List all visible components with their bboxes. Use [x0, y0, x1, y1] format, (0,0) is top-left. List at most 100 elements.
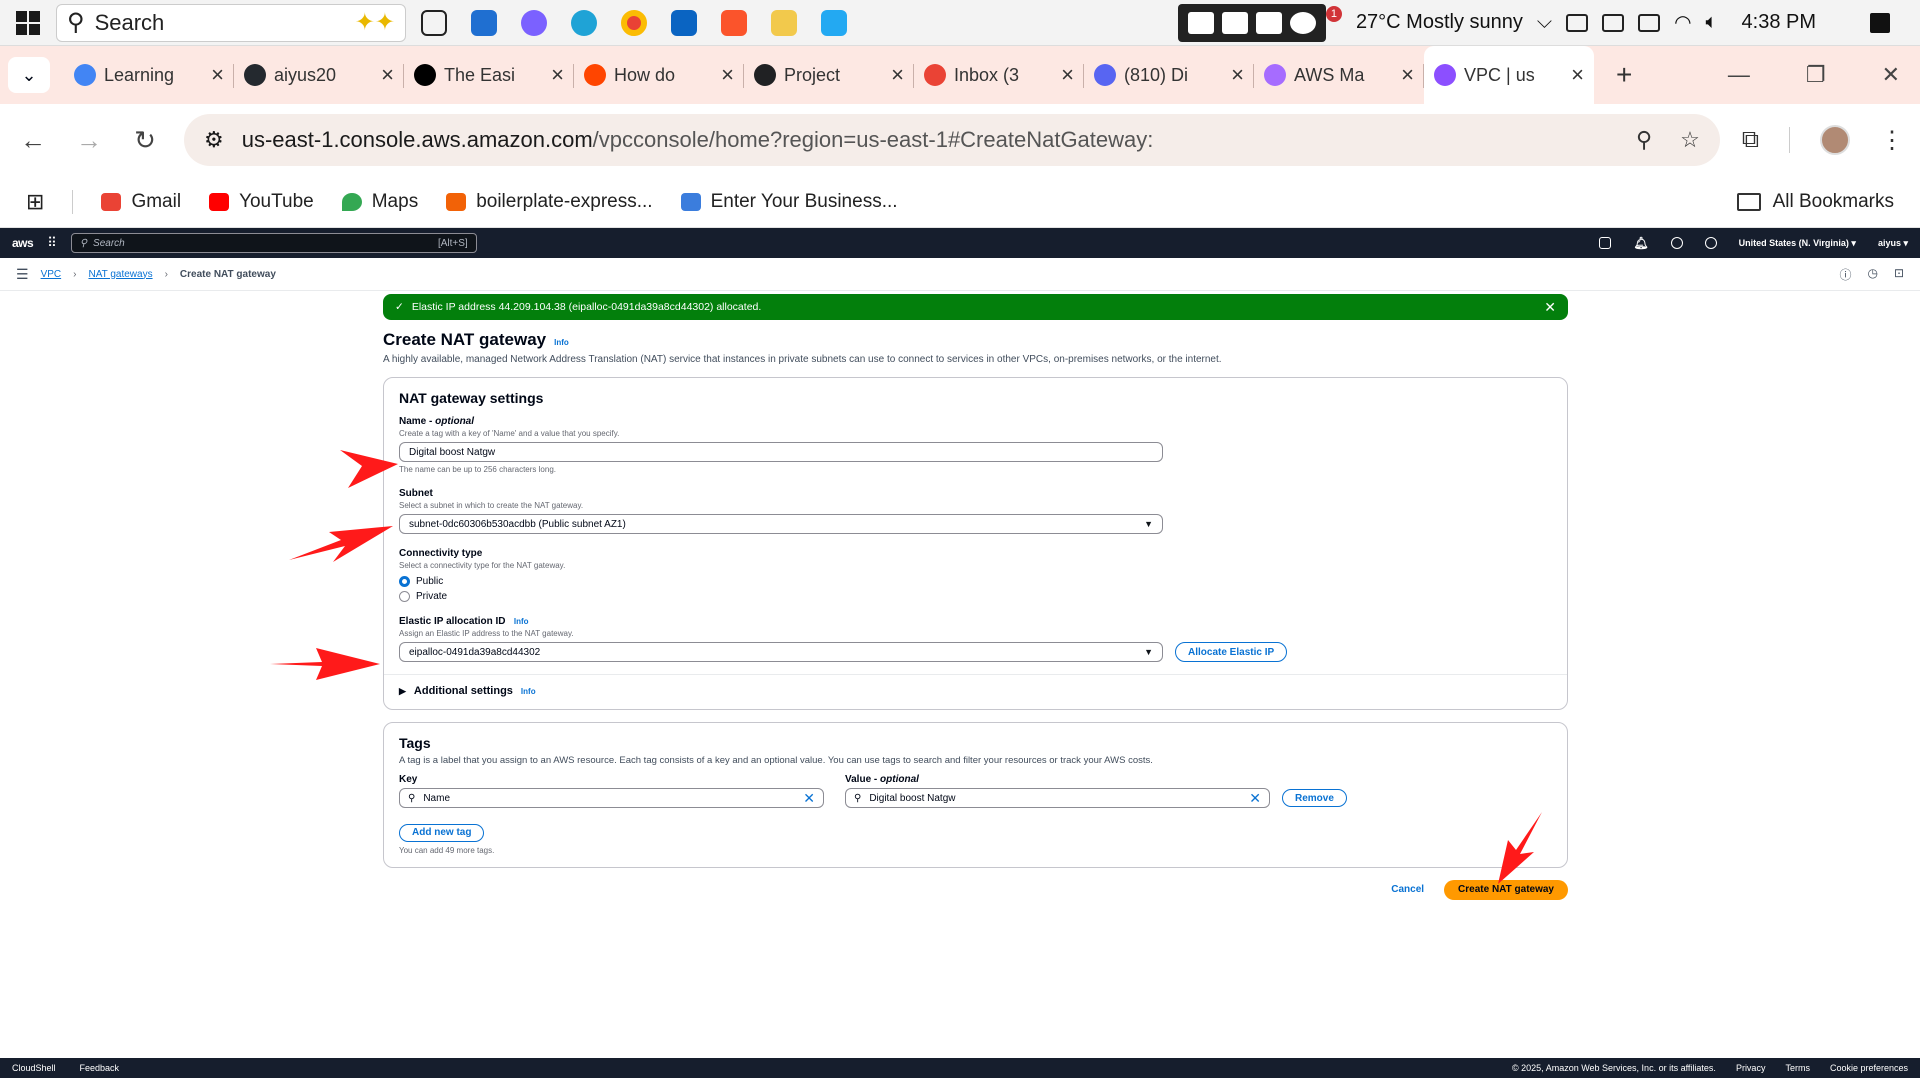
browser-tab[interactable]: AWS Ma × — [1254, 46, 1424, 104]
info-link[interactable]: Info — [554, 338, 569, 347]
clock-icon[interactable]: ◷ — [1867, 266, 1877, 283]
hamburger-menu-icon[interactable]: ☰ — [16, 266, 29, 283]
dismiss-close-icon[interactable]: ✕ — [1544, 299, 1556, 316]
task-view-icon[interactable] — [412, 3, 456, 43]
settings-gear-icon[interactable] — [1289, 11, 1316, 34]
tab-search-chevron-icon[interactable]: ⌄ — [8, 57, 50, 93]
info-circle-icon[interactable]: ⓘ — [1839, 266, 1851, 283]
wifi-icon[interactable]: ◠ — [1674, 10, 1691, 35]
services-grid-icon[interactable]: ⠿ — [47, 235, 57, 251]
cookie-preferences-link[interactable]: Cookie preferences — [1830, 1063, 1908, 1073]
extensions-puzzle-icon[interactable]: ⧉ — [1742, 126, 1759, 154]
clock[interactable]: 4:38 PM — [1742, 11, 1816, 34]
back-arrow-icon[interactable]: ← — [16, 125, 50, 156]
info-link[interactable]: Info — [514, 617, 529, 626]
microsoft-store-icon[interactable] — [462, 3, 506, 43]
browser-tab[interactable]: (810) Di × — [1084, 46, 1254, 104]
radio-private[interactable]: Private — [399, 591, 1552, 602]
subnet-select[interactable]: subnet-0dc60306b530acdbb (Public subnet … — [399, 514, 1163, 534]
privacy-link[interactable]: Privacy — [1736, 1063, 1766, 1073]
cancel-button[interactable]: Cancel — [1391, 884, 1424, 895]
forward-arrow-icon[interactable]: → — [72, 125, 106, 156]
minimize-icon[interactable]: — — [1728, 62, 1750, 88]
remove-tag-button[interactable]: Remove — [1282, 789, 1347, 807]
vscode-icon[interactable] — [812, 3, 856, 43]
aws-logo[interactable]: aws — [12, 236, 34, 250]
browser-tab[interactable]: Project × — [744, 46, 914, 104]
restore-icon[interactable]: ❐ — [1806, 62, 1826, 88]
browser-tab[interactable]: Learning × — [64, 46, 234, 104]
chrome-icon[interactable] — [612, 3, 656, 43]
tag-value-input[interactable]: ⚲ Digital boost Natgw ✕ — [845, 788, 1270, 808]
layout-icon[interactable]: ⊡ — [1894, 266, 1904, 283]
feedback-link[interactable]: Feedback — [80, 1063, 120, 1073]
chrome-menu-icon[interactable]: ⋮ — [1880, 126, 1904, 155]
close-tab-icon[interactable]: × — [1231, 62, 1244, 88]
bookmark-boilerplate[interactable]: boilerplate-express... — [446, 191, 653, 213]
bookmark-youtube[interactable]: YouTube — [209, 191, 314, 213]
browser-tab[interactable]: Inbox (3 × — [914, 46, 1084, 104]
profile-avatar[interactable] — [1820, 125, 1850, 155]
breadcrumb-vpc-link[interactable]: VPC — [41, 269, 62, 280]
brave-icon[interactable] — [712, 3, 756, 43]
close-tab-icon[interactable]: × — [1571, 62, 1584, 88]
browser-tab[interactable]: How do × — [574, 46, 744, 104]
settings-gear-icon[interactable] — [1704, 237, 1717, 249]
video-icon[interactable] — [1221, 11, 1248, 34]
notification-center-icon[interactable] — [1870, 12, 1890, 33]
outlook-icon[interactable] — [662, 3, 706, 43]
taskbar-search[interactable]: ⚲ Search ✦✦ — [56, 3, 406, 42]
bell-icon[interactable]: 🔔︎ — [1633, 236, 1648, 250]
terms-link[interactable]: Terms — [1785, 1063, 1810, 1073]
radio-public[interactable]: Public — [399, 576, 1552, 587]
close-tab-icon[interactable]: × — [551, 62, 564, 88]
volume-icon[interactable]: 🔈︎ — [1706, 11, 1718, 34]
account-menu[interactable]: aiyus ▾ — [1878, 238, 1908, 249]
address-bar[interactable]: ⚙︎ us-east-1.console.aws.amazon.com/vpcc… — [184, 114, 1720, 166]
reload-icon[interactable]: ↻ — [128, 125, 162, 156]
allocate-eip-button[interactable]: Allocate Elastic IP — [1175, 642, 1288, 662]
close-tab-icon[interactable]: × — [1401, 62, 1414, 88]
close-tab-icon[interactable]: × — [721, 62, 734, 88]
zoom-icon[interactable]: ⚲ — [1636, 127, 1652, 153]
close-window-icon[interactable]: ✕ — [1882, 62, 1900, 88]
browser-tab-active[interactable]: VPC | us × — [1424, 46, 1594, 104]
close-tab-icon[interactable]: × — [211, 62, 224, 88]
cloudshell-link[interactable]: CloudShell — [12, 1063, 56, 1073]
clear-x-icon[interactable]: ✕ — [1249, 790, 1261, 807]
cloudshell-icon[interactable] — [1599, 237, 1612, 249]
bookmark-maps[interactable]: Maps — [341, 191, 418, 213]
capture-toolbar[interactable] — [1177, 3, 1326, 42]
info-link[interactable]: Info — [521, 687, 536, 696]
battery-icon[interactable] — [1638, 13, 1661, 32]
site-info-icon[interactable]: ⚙︎ — [204, 127, 224, 153]
eip-select[interactable]: eipalloc-0491da39a8cd44302 ▼ — [399, 642, 1163, 662]
name-input[interactable]: Digital boost Natgw — [399, 442, 1163, 462]
copilot-icon[interactable] — [512, 3, 556, 43]
file-explorer-icon[interactable] — [762, 3, 806, 43]
bookmark-gmail[interactable]: Gmail — [101, 191, 181, 213]
close-tab-icon[interactable]: × — [891, 62, 904, 88]
window-icon[interactable] — [1255, 11, 1282, 34]
close-tab-icon[interactable]: × — [1061, 62, 1074, 88]
weather-text[interactable]: 27°C Mostly sunny — [1356, 11, 1523, 34]
browser-tab[interactable]: The Easi × — [404, 46, 574, 104]
browser-tab[interactable]: aiyus20 × — [234, 46, 404, 104]
help-icon[interactable] — [1670, 237, 1683, 249]
close-tab-icon[interactable]: × — [381, 62, 394, 88]
chevron-up-icon[interactable]: ⌵ — [1537, 11, 1552, 34]
apps-grid-icon[interactable]: ⊞ — [26, 189, 44, 215]
aws-search-input[interactable]: ⚲ Search [Alt+S] — [70, 233, 477, 253]
new-tab-plus-icon[interactable]: + — [1616, 59, 1632, 91]
all-bookmarks[interactable]: All Bookmarks — [1736, 191, 1894, 213]
add-new-tag-button[interactable]: Add new tag — [399, 823, 485, 842]
meet-icon[interactable] — [1566, 13, 1589, 32]
bookmark-business[interactable]: Enter Your Business... — [680, 191, 898, 213]
vpn-icon[interactable] — [1602, 13, 1625, 32]
breadcrumb-nat-link[interactable]: NAT gateways — [88, 269, 152, 280]
clear-x-icon[interactable]: ✕ — [803, 790, 815, 807]
additional-settings-toggle[interactable]: ▶ Additional settings Info — [384, 674, 1567, 697]
bookmark-star-icon[interactable]: ☆ — [1680, 127, 1700, 153]
tag-key-input[interactable]: ⚲ Name ✕ — [399, 788, 824, 808]
windows-start-icon[interactable] — [0, 0, 56, 46]
